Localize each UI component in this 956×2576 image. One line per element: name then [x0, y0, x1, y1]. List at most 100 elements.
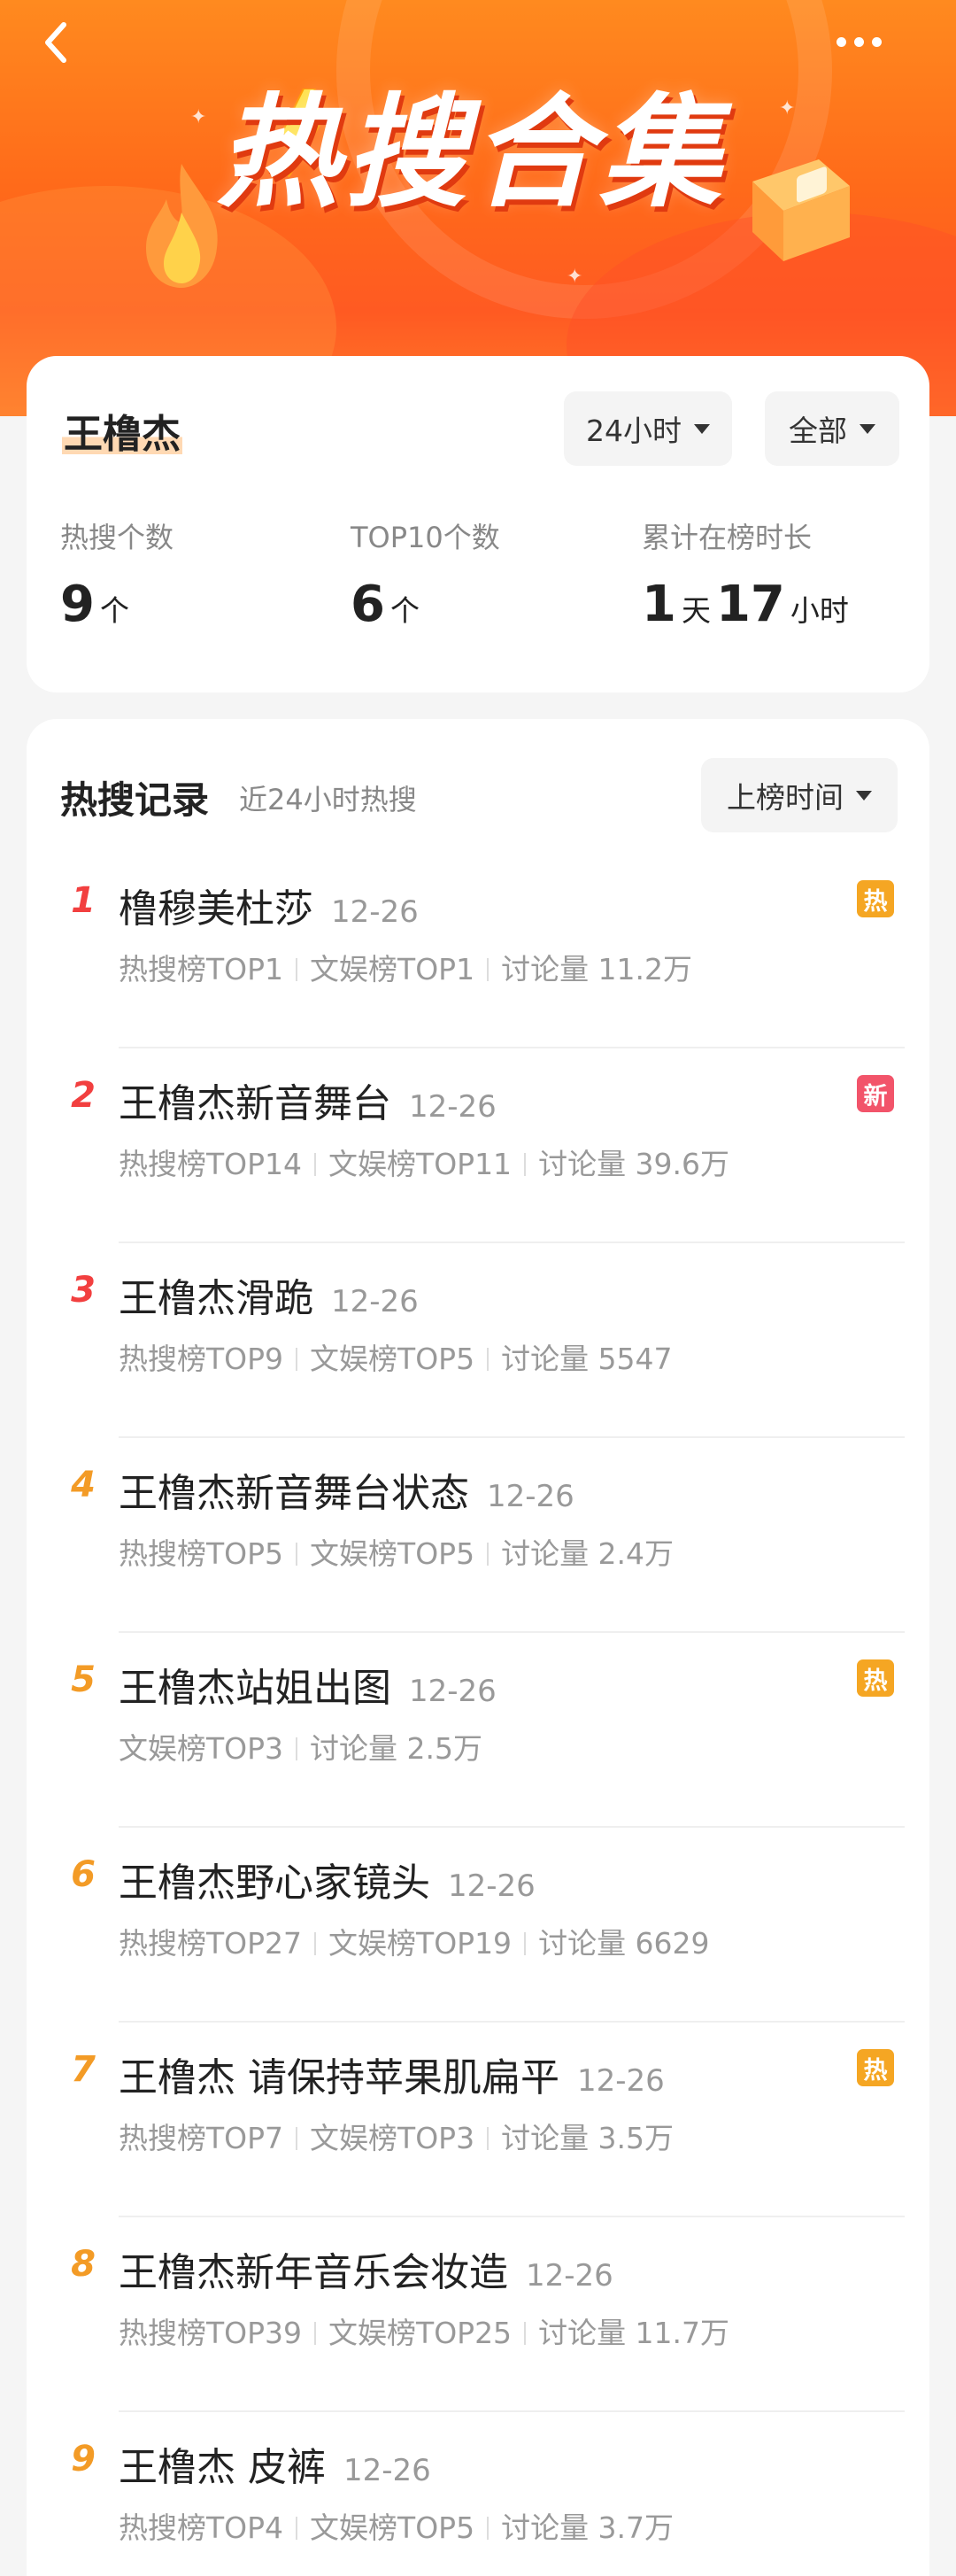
summary-card: 王橹杰 24小时 全部 热搜个数 9个 TOP10个数 6个 累计在榜时长 1天… — [27, 356, 929, 692]
records-title: 热搜记录 — [60, 778, 210, 822]
meta-text: 讨论量 11.2万 — [501, 952, 693, 986]
list-item[interactable]: 2 王橹杰新音舞台 12-26 热搜榜TOP14 文娱榜TOP11 讨论量 39.6万 新 — [27, 1048, 929, 1243]
list-item[interactable]: 9 王橹杰 皮裤 12-26 热搜榜TOP4 文娱榜TOP5 讨论量 3.7万 — [27, 2412, 929, 2576]
more-dots-icon[interactable] — [823, 19, 894, 64]
item-title-row: 橹穆美杜莎 12-26 — [119, 877, 419, 933]
item-title-row: 王橹杰新音舞台状态 12-26 — [119, 1461, 574, 1518]
item-title-row: 王橹杰新年音乐会妆造 12-26 — [119, 2240, 613, 2297]
item-title-row: 王橹杰滑跪 12-26 — [119, 1266, 419, 1323]
item-date: 12-26 — [409, 1674, 497, 1709]
stat-top10-count: TOP10个数 6个 — [351, 515, 500, 633]
stat-unit: 小时 — [790, 593, 849, 628]
list-item[interactable]: 7 王橹杰 请保持苹果肌扁平 12-26 热搜榜TOP7 文娱榜TOP3 讨论量 3.5万… — [27, 2023, 929, 2217]
meta-text: 讨论量 2.5万 — [310, 1731, 483, 1766]
caret-down-icon — [694, 423, 710, 434]
meta-divider — [487, 2517, 490, 2540]
stat-value: 6个 — [351, 576, 500, 633]
item-meta: 热搜榜TOP7 文娱榜TOP3 讨论量 3.5万 — [119, 2115, 674, 2157]
item-meta: 热搜榜TOP14 文娱榜TOP11 讨论量 39.6万 — [119, 1141, 729, 1183]
stat-hours: 17 — [715, 576, 785, 633]
stat-label: 热搜个数 — [60, 521, 174, 554]
item-meta: 热搜榜TOP5 文娱榜TOP5 讨论量 2.4万 — [119, 1530, 674, 1573]
list-item[interactable]: 3 王橹杰滑跪 12-26 热搜榜TOP9 文娱榜TOP5 讨论量 5547 — [27, 1243, 929, 1438]
sparkle-icon: ✦ — [190, 106, 207, 128]
item-meta: 热搜榜TOP9 文娱榜TOP5 讨论量 5547 — [119, 1335, 673, 1378]
meta-text: 讨论量 11.7万 — [538, 2316, 730, 2350]
sparkle-icon: ✦ — [567, 266, 583, 288]
item-meta: 文娱榜TOP3 讨论量 2.5万 — [119, 1725, 482, 1768]
time-filter-dropdown[interactable]: 24小时 — [564, 391, 732, 466]
item-title: 橹穆美杜莎 — [119, 886, 313, 932]
meta-text: 热搜榜TOP5 — [119, 1536, 284, 1571]
meta-divider — [296, 958, 298, 981]
rank-number: 4 — [71, 1465, 96, 1505]
meta-divider — [524, 1153, 527, 1176]
chevron-left-icon[interactable] — [30, 16, 83, 69]
hot-badge: 热 — [857, 880, 894, 917]
item-title-row: 王橹杰新音舞台 12-26 — [119, 1071, 497, 1128]
meta-divider — [487, 958, 490, 981]
rank-number: 3 — [71, 1270, 96, 1311]
meta-text: 讨论量 2.4万 — [501, 1536, 675, 1571]
records-subtitle: 近24小时热搜 — [239, 783, 417, 816]
stat-number: 9 — [60, 576, 95, 633]
item-date: 12-26 — [526, 2258, 613, 2294]
meta-text: 讨论量 6629 — [538, 1926, 710, 1961]
rank-number: 9 — [71, 2439, 96, 2479]
meta-divider — [314, 1932, 317, 1955]
item-title: 王橹杰新音舞台状态 — [119, 1471, 469, 1516]
meta-divider — [524, 2322, 527, 2345]
item-title-row: 王橹杰野心家镜头 12-26 — [119, 1851, 536, 1907]
scope-filter-dropdown[interactable]: 全部 — [765, 391, 899, 466]
meta-divider — [314, 2322, 317, 2345]
meta-text: 文娱榜TOP19 — [328, 1926, 513, 1961]
list-item[interactable]: 8 王橹杰新年音乐会妆造 12-26 热搜榜TOP39 文娱榜TOP25 讨论量 11.7… — [27, 2217, 929, 2412]
meta-text: 文娱榜TOP5 — [310, 2510, 475, 2545]
meta-text: 文娱榜TOP5 — [310, 1342, 475, 1376]
stat-unit: 天 — [681, 593, 711, 628]
meta-divider — [487, 2127, 490, 2150]
meta-text: 讨论量 39.6万 — [538, 1147, 730, 1181]
meta-text: 文娱榜TOP25 — [328, 2316, 513, 2350]
item-date: 12-26 — [448, 1868, 536, 1904]
meta-text: 讨论量 5547 — [501, 1342, 673, 1376]
meta-divider — [524, 1932, 527, 1955]
meta-text: 文娱榜TOP1 — [310, 952, 475, 986]
records-card: 热搜记录 近24小时热搜 上榜时间 1 橹穆美杜莎 12-26 热搜榜TOP1 文娱榜T… — [27, 719, 929, 2576]
list-item[interactable]: 4 王橹杰新音舞台状态 12-26 热搜榜TOP5 文娱榜TOP5 讨论量 2.4万 — [27, 1438, 929, 1633]
list-item[interactable]: 6 王橹杰野心家镜头 12-26 热搜榜TOP27 文娱榜TOP19 讨论量 6629 — [27, 1828, 929, 2023]
meta-divider — [314, 1153, 317, 1176]
item-title: 王橹杰站姐出图 — [119, 1666, 391, 1711]
item-title: 王橹杰 请保持苹果肌扁平 — [119, 2055, 559, 2100]
rank-number: 5 — [71, 1659, 96, 1700]
rank-number: 8 — [71, 2244, 96, 2285]
item-date: 12-26 — [331, 894, 419, 930]
meta-text: 热搜榜TOP14 — [119, 1147, 303, 1181]
stat-unit: 个 — [99, 593, 129, 628]
item-date: 12-26 — [331, 1284, 419, 1319]
meta-divider — [296, 1543, 298, 1566]
meta-text: 热搜榜TOP9 — [119, 1342, 284, 1376]
meta-text: 讨论量 3.5万 — [501, 2121, 675, 2155]
item-date: 12-26 — [409, 1089, 497, 1125]
rank-number: 1 — [71, 880, 96, 921]
hot-badge: 热 — [857, 2049, 894, 2086]
sort-dropdown[interactable]: 上榜时间 — [701, 758, 898, 832]
list-item[interactable]: 5 王橹杰站姐出图 12-26 文娱榜TOP3 讨论量 2.5万 热 — [27, 1633, 929, 1828]
stat-value: 9个 — [60, 576, 173, 633]
meta-text: 热搜榜TOP4 — [119, 2510, 284, 2545]
item-date: 12-26 — [487, 1479, 574, 1514]
stat-value: 1 天 17 小时 — [642, 576, 854, 633]
meta-text: 文娱榜TOP5 — [310, 1536, 475, 1571]
item-title: 王橹杰 皮裤 — [119, 2445, 326, 2490]
list-item[interactable]: 1 橹穆美杜莎 12-26 热搜榜TOP1 文娱榜TOP1 讨论量 11.2万 热 — [27, 854, 929, 1048]
item-title: 王橹杰滑跪 — [119, 1276, 313, 1321]
item-date: 12-26 — [577, 2063, 665, 2099]
meta-divider — [487, 1543, 490, 1566]
item-meta: 热搜榜TOP1 文娱榜TOP1 讨论量 11.2万 — [119, 946, 692, 988]
item-title: 王橹杰新年音乐会妆造 — [119, 2250, 508, 2295]
meta-text: 文娱榜TOP11 — [328, 1147, 513, 1181]
item-title-row: 王橹杰站姐出图 12-26 — [119, 1656, 497, 1713]
stat-unit: 个 — [389, 593, 420, 628]
person-name: 王橹杰 — [62, 402, 182, 459]
